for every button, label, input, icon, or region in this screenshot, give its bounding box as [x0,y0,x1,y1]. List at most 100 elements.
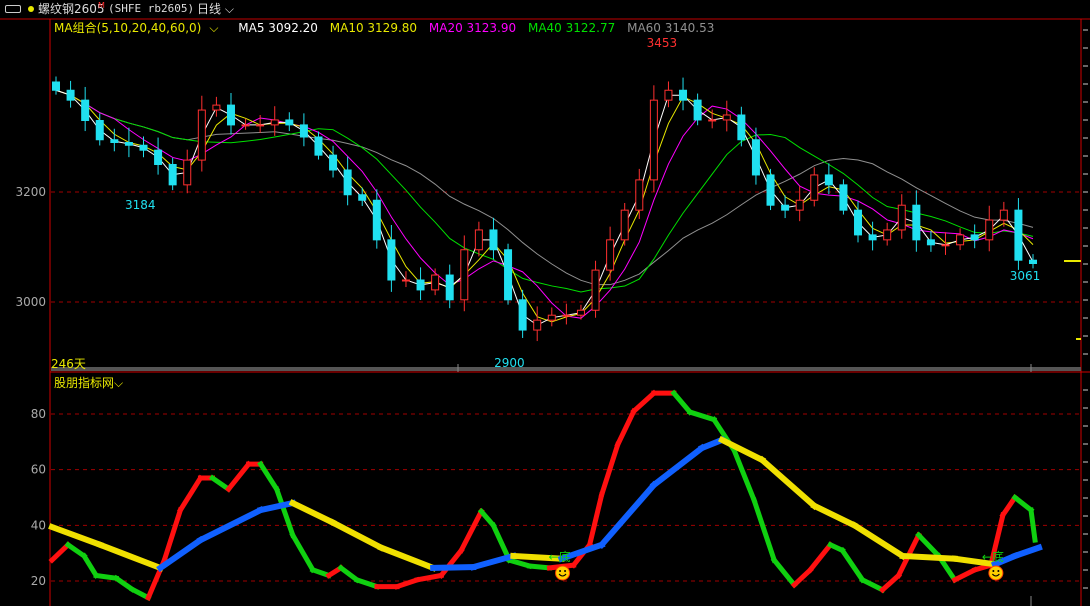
signal-segment [328,518,386,552]
signal-segment [1011,543,1043,560]
candle-up [576,309,585,316]
smiley-icon [555,565,571,581]
signal-segment [850,521,907,561]
oscillator-segment [506,557,533,570]
oscillator-segment [437,546,465,579]
candle-down [358,194,367,201]
oscillator-segment [630,389,658,415]
indicator-axis-label: 60 [31,463,46,477]
candle-up [795,199,804,211]
indicator-title: 股朋指标网 [54,376,115,390]
candle-down [299,124,308,138]
price-extreme-label: 2900 [494,356,525,370]
candle-down [416,279,425,291]
candle-down [489,229,498,251]
oscillator-segment [838,546,866,584]
candle-up [241,124,250,127]
candle-down [854,209,863,236]
indicator-axis-label: 80 [31,407,46,421]
oscillator-segment [128,585,152,602]
signal-segment [430,564,477,571]
candle-up [256,124,265,127]
price-extreme-label: 3184 [125,198,156,212]
candle-down [693,99,702,121]
candle-up [270,119,279,126]
oscillator-segment [457,508,485,554]
oscillator-segment [586,491,605,548]
candle-up [999,209,1008,221]
oscillator-segment [80,552,100,579]
candle-down [110,139,119,143]
price-axis-label: 3000 [15,295,46,309]
signal-segment [597,480,659,550]
candle-up [183,159,192,186]
candle-down [387,239,396,281]
candle-down [839,184,848,211]
oscillator-segment [951,566,979,584]
smiley-eye [564,570,567,572]
price-plot [52,76,1037,342]
oscillator-segment [859,576,886,594]
oscillator-segment [879,571,903,594]
candle-up [533,319,542,331]
smiley-icon [988,565,1004,581]
candle-down [824,174,833,186]
candle-down [912,204,921,241]
signal-segment [649,443,707,490]
oscillator-segment [64,541,88,560]
oscillator-segment [806,541,834,574]
oscillator-segment [48,541,72,564]
oscillator-segment [112,574,136,593]
candle-up [547,314,556,321]
candle-down [66,89,75,101]
candle-up [708,119,717,122]
candle-down [168,164,177,186]
days-count-label: 246天 [51,357,86,371]
candle-up [810,174,819,201]
chart-canvas[interactable]: 3200 3000 80 60 40 20 3184 2900 3453 3061 ←底 ←底 [0,0,1090,606]
oscillator-segment [770,556,798,589]
candle-down [81,99,90,122]
oscillator-segment [686,408,718,423]
smiley-face [555,565,571,581]
candle-up [985,219,994,241]
price-extreme-label: 3453 [647,36,678,50]
bottom-signal-label: ←底 [982,549,1004,564]
candle-up [664,89,673,101]
candle-down [737,114,746,141]
indicator-axis-label: 20 [31,574,46,588]
chevron-down-icon: ⌵ [114,376,124,390]
indicator-axis-label: 40 [31,518,46,532]
oscillator-segment [670,389,694,416]
candle-down [124,142,133,146]
candle-down [1014,209,1023,261]
candle-down [52,81,60,91]
oscillator-segment [1028,507,1038,543]
candle-up [649,99,658,181]
candle-up [197,109,206,161]
signal-segment [377,543,438,572]
oscillator-segment [257,460,281,493]
oscillator-segment [289,531,317,574]
horizontal-scrollbar[interactable] [51,367,1081,371]
signal-segment [757,455,819,511]
candle-down [868,234,877,241]
candle-up [401,279,410,282]
smiley-eye [559,570,562,572]
price-extreme-label: 3061 [1010,269,1041,283]
smiley-eye [997,570,1000,572]
oscillator-segment [477,507,497,529]
signal-segment [48,523,105,549]
smiley-eye [992,570,995,572]
candle-down [154,149,163,165]
candle-down [226,104,235,126]
bottom-signal-label: ←底 [549,549,571,564]
signal-segment [899,552,958,562]
candle-up [941,244,950,247]
candle-down [751,139,760,176]
candle-down [314,136,323,156]
oscillator-segment [225,460,253,493]
candle-down [766,174,775,206]
signal-segment [257,499,297,514]
indicator-selector[interactable]: 股朋指标网⌵ [54,374,123,391]
